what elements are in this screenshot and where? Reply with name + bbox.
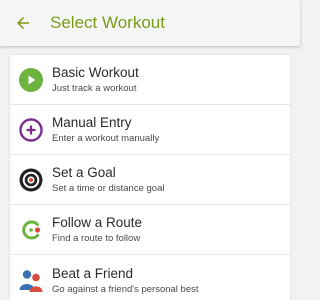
item-subtitle: Set a time or distance goal bbox=[52, 183, 165, 194]
page-title: Select Workout bbox=[50, 13, 165, 32]
target-icon bbox=[10, 155, 52, 205]
item-subtitle: Enter a workout manually bbox=[52, 133, 160, 144]
play-icon bbox=[10, 55, 52, 105]
friends-icon bbox=[10, 255, 52, 300]
item-title: Manual Entry bbox=[52, 115, 132, 130]
list-item-basic-workout[interactable]: Basic Workout Just track a workout bbox=[10, 55, 290, 105]
plus-icon bbox=[10, 105, 52, 155]
item-subtitle: Go against a friend's personal best bbox=[52, 283, 199, 295]
item-title: Beat a Friend bbox=[52, 265, 134, 281]
list-item-beat-a-friend[interactable]: Beat a Friend Go against a friend's pers… bbox=[10, 255, 290, 300]
arrow-left-icon bbox=[17, 17, 29, 29]
list-item-set-a-goal[interactable]: Set a Goal Set a time or distance goal bbox=[10, 155, 290, 205]
list-item-manual-entry[interactable]: Manual Entry Enter a workout manually bbox=[10, 105, 290, 155]
list-item-follow-a-route[interactable]: Follow a Route Find a route to follow bbox=[10, 205, 290, 255]
route-icon bbox=[10, 205, 52, 255]
item-subtitle: Find a route to follow bbox=[52, 233, 141, 244]
item-subtitle: Just track a workout bbox=[52, 83, 137, 94]
item-title: Set a Goal bbox=[52, 165, 116, 180]
workout-type-list: Basic Workout Just track a workout Manua… bbox=[10, 55, 290, 300]
app-bar: Select Workout bbox=[0, 0, 300, 46]
item-title: Basic Workout bbox=[52, 65, 139, 80]
back-button[interactable] bbox=[0, 0, 46, 46]
item-title: Follow a Route bbox=[52, 215, 143, 230]
